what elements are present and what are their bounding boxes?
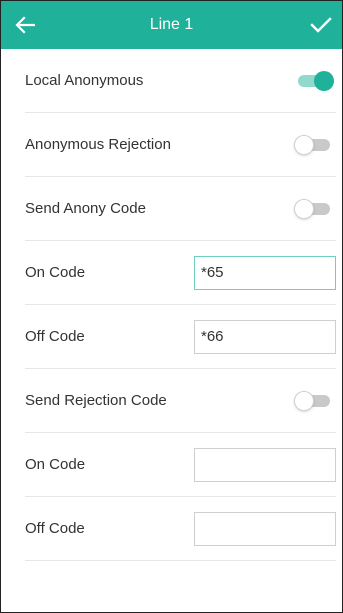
toggle-knob <box>294 134 314 155</box>
toggle-knob <box>294 198 314 219</box>
local-anonymous-toggle[interactable] <box>294 69 334 93</box>
send-anony-code-row: Send Anony Code <box>25 177 336 241</box>
screen-frame: Line 1 Local Anonymous Anonymous Rejecti… <box>0 0 343 613</box>
anony-off-code-label: Off Code <box>25 328 85 345</box>
anony-off-code-row: Off Code <box>25 305 336 369</box>
local-anonymous-row: Local Anonymous <box>25 49 336 113</box>
rejection-off-code-field[interactable] <box>194 511 336 546</box>
confirm-button[interactable] <box>306 11 336 39</box>
rejection-off-code-label: Off Code <box>25 520 85 537</box>
toggle-knob <box>294 390 314 411</box>
anony-off-code-field[interactable] <box>194 319 336 354</box>
anony-on-code-row: On Code <box>25 241 336 305</box>
anonymous-rejection-row: Anonymous Rejection <box>25 113 336 177</box>
anonymous-rejection-toggle[interactable] <box>294 133 334 157</box>
checkmark-icon <box>310 17 332 33</box>
rejection-on-code-row: On Code <box>25 433 336 497</box>
back-button[interactable] <box>11 11 39 39</box>
rejection-on-code-field[interactable] <box>194 447 336 482</box>
send-rejection-code-toggle[interactable] <box>294 389 334 413</box>
arrow-left-icon <box>15 16 35 34</box>
page-title: Line 1 <box>149 16 194 33</box>
anony-on-code-field[interactable] <box>194 255 336 290</box>
send-anony-code-toggle[interactable] <box>294 197 334 221</box>
send-rejection-code-row: Send Rejection Code <box>25 369 336 433</box>
anony-on-code-label: On Code <box>25 264 86 281</box>
toggle-knob <box>314 70 334 91</box>
local-anonymous-label: Local Anonymous <box>25 72 144 89</box>
send-rejection-code-label: Send Rejection Code <box>25 392 167 409</box>
rejection-off-code-row: Off Code <box>25 497 336 561</box>
anonymous-rejection-label: Anonymous Rejection <box>25 136 171 153</box>
rejection-on-code-label: On Code <box>25 456 86 473</box>
send-anony-code-label: Send Anony Code <box>25 200 146 217</box>
app-header: Line 1 <box>1 1 342 49</box>
settings-list: Local Anonymous Anonymous Rejection Send… <box>25 49 336 561</box>
